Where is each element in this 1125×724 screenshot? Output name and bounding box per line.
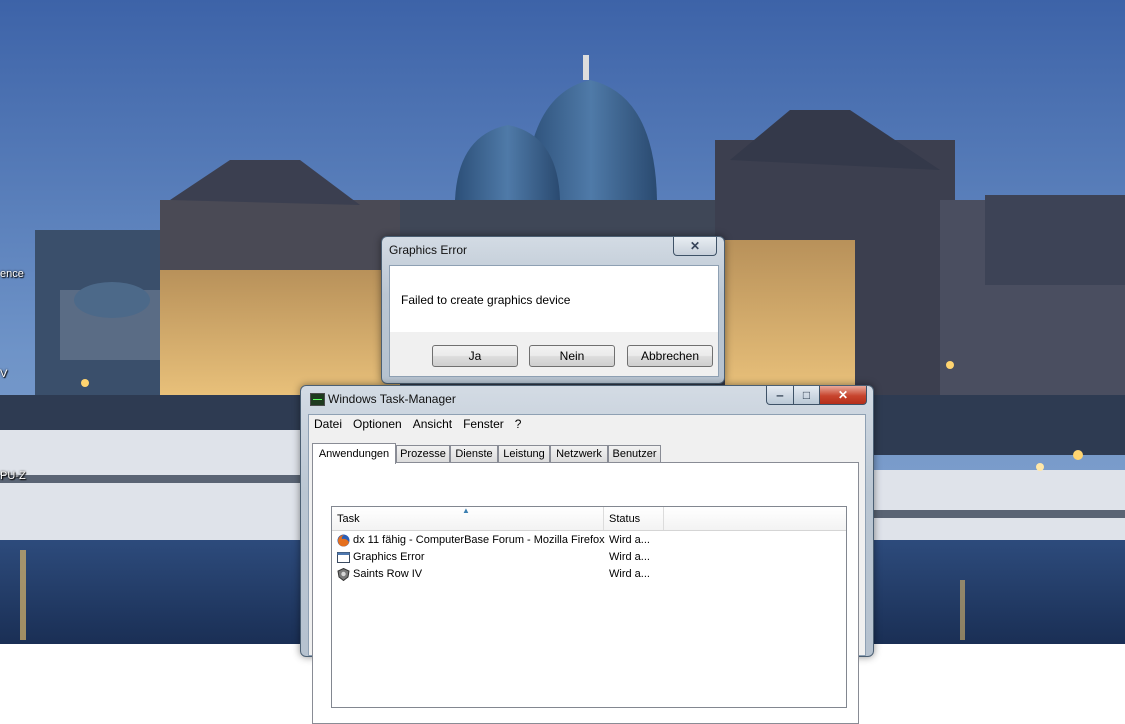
- column-label-status: Status: [609, 513, 641, 525]
- firefox-icon: [337, 534, 350, 547]
- task-name: Graphics Error: [353, 551, 425, 563]
- dialog-content: Failed to create graphics device: [389, 265, 719, 333]
- task-list-header: ▲ Task Status: [332, 506, 846, 531]
- column-label-task: Task: [337, 513, 360, 525]
- cancel-button[interactable]: Abbrechen: [627, 345, 713, 367]
- window-icon: [337, 552, 350, 563]
- graphics-error-dialog: Graphics Error ✕ Failed to create graphi…: [381, 236, 725, 384]
- no-button[interactable]: Nein: [529, 345, 615, 367]
- menu-ansicht[interactable]: Ansicht: [408, 415, 458, 435]
- error-message: Failed to create graphics device: [401, 293, 571, 307]
- task-manager-body: Datei Optionen Ansicht Fenster ? Anwendu…: [308, 414, 866, 724]
- tab-benutzer[interactable]: Benutzer: [608, 445, 661, 462]
- minimize-icon: ‒: [776, 388, 784, 402]
- column-header-status[interactable]: Status: [604, 507, 664, 530]
- tab-netzwerk[interactable]: Netzwerk: [550, 445, 608, 462]
- tab-strip: Anwendungen Prozesse Dienste Leistung Ne…: [312, 443, 865, 464]
- task-status: Wird a...: [609, 551, 650, 563]
- menu-datei[interactable]: Datei: [309, 415, 348, 435]
- maximize-icon: □: [802, 388, 811, 402]
- task-status: Wird a...: [609, 568, 650, 580]
- task-row[interactable]: Saints Row IV Wird a...: [332, 566, 846, 583]
- close-icon: ✕: [689, 239, 701, 253]
- task-row[interactable]: Graphics Error Wird a...: [332, 549, 846, 566]
- task-name: Saints Row IV: [353, 568, 423, 580]
- task-status: Wird a...: [609, 534, 650, 546]
- dialog-button-bar: Ja Nein Abbrechen: [389, 332, 719, 377]
- column-header-task[interactable]: ▲ Task: [332, 506, 604, 530]
- task-manager-titlebar[interactable]: Windows Task-Manager ‒ □ ✕: [301, 386, 873, 410]
- task-row[interactable]: dx 11 fähig - ComputerBase Forum - Mozil…: [332, 532, 846, 549]
- menu-bar: Datei Optionen Ansicht Fenster ?: [309, 415, 865, 435]
- dialog-titlebar[interactable]: Graphics Error ✕: [382, 237, 724, 261]
- minimize-button[interactable]: ‒: [766, 386, 794, 405]
- window-title: Windows Task-Manager: [328, 392, 456, 406]
- saints-row-icon: [337, 568, 350, 581]
- task-list[interactable]: ▲ Task Status dx 11 fähig - ComputerBase…: [331, 506, 847, 708]
- task-manager-icon: [310, 393, 325, 406]
- dialog-title: Graphics Error: [389, 243, 468, 257]
- menu-help[interactable]: ?: [510, 415, 528, 435]
- desktop-icon-label-fragment[interactable]: V: [0, 368, 7, 380]
- maximize-button[interactable]: □: [793, 386, 820, 405]
- task-name: dx 11 fähig - ComputerBase Forum - Mozil…: [353, 534, 605, 546]
- close-button[interactable]: ✕: [819, 386, 867, 405]
- close-icon: ✕: [837, 388, 849, 402]
- applications-panel: ▲ Task Status dx 11 fähig - ComputerBase…: [312, 462, 859, 724]
- tab-dienste[interactable]: Dienste: [450, 445, 498, 462]
- tab-prozesse[interactable]: Prozesse: [396, 445, 450, 462]
- menu-fenster[interactable]: Fenster: [458, 415, 510, 435]
- menu-optionen[interactable]: Optionen: [348, 415, 408, 435]
- desktop-icon-label-fragment[interactable]: PU-Z: [0, 470, 26, 482]
- desktop-icon-label-fragment[interactable]: ence: [0, 268, 24, 280]
- yes-button[interactable]: Ja: [432, 345, 518, 367]
- dialog-close-button[interactable]: ✕: [673, 237, 717, 256]
- tab-anwendungen[interactable]: Anwendungen: [312, 443, 396, 464]
- tab-leistung[interactable]: Leistung: [498, 445, 550, 462]
- task-manager-window: Windows Task-Manager ‒ □ ✕ Datei Optione…: [300, 385, 874, 724]
- sort-ascending-icon: ▲: [462, 506, 470, 515]
